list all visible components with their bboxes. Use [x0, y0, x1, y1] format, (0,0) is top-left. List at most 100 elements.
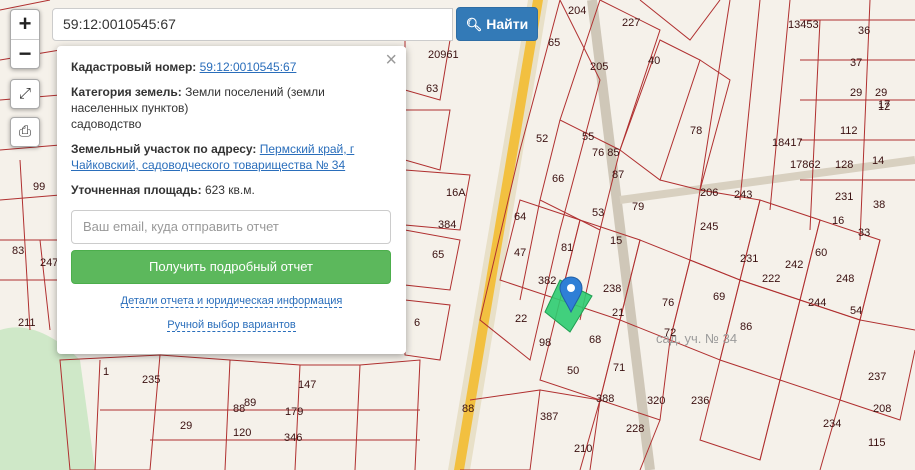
- parcel-label: 29: [850, 87, 862, 99]
- parcel-label: 382: [538, 275, 556, 287]
- parcel-label: 71: [613, 362, 625, 374]
- cadastral-number-label: Кадастровый номер:: [71, 60, 197, 74]
- parcel-label: 231: [835, 191, 853, 203]
- parcel-label: 13453: [788, 19, 819, 31]
- parcel-label: 1: [103, 366, 109, 378]
- search-icon: 🔍︎: [465, 17, 483, 32]
- manual-link-wrap: Ручной выбор вариантов: [71, 319, 392, 332]
- area-label-text: Уточненная площадь:: [71, 183, 202, 197]
- print-control: ⎙: [10, 117, 40, 147]
- parcel-label: 17862: [790, 159, 821, 171]
- parcel-label: 245: [700, 221, 718, 233]
- parcel-label: 242: [785, 259, 803, 271]
- land-category-row: Категория земель: Земли поселений (земли…: [71, 84, 392, 132]
- parcel-label: 36: [858, 25, 870, 37]
- parcel-label: 29: [180, 420, 192, 432]
- cadastral-number-link[interactable]: 59:12:0010545:67: [200, 60, 297, 74]
- parcel-label: 112: [840, 125, 858, 137]
- parcel-label: 55: [582, 131, 594, 143]
- zoom-out-button[interactable]: −: [11, 39, 39, 68]
- parcel-label: 179: [285, 406, 303, 418]
- parcel-label: 210: [574, 443, 592, 455]
- parcel-label: 37: [850, 57, 862, 69]
- land-category-label: Категория земель:: [71, 85, 182, 99]
- parcel-label: 21: [612, 307, 624, 319]
- parcel-label: 206: [700, 187, 718, 199]
- parcel-info-popup: × Кадастровый номер: 59:12:0010545:67 Ка…: [57, 46, 406, 354]
- parcel-label: 81: [561, 242, 573, 254]
- parcel-label: 227: [622, 17, 640, 29]
- parcel-label: 243: [734, 189, 752, 201]
- details-link[interactable]: Детали отчета и юридическая информация: [120, 295, 343, 308]
- parcel-label: 65: [548, 37, 560, 49]
- zoom-control: + −: [10, 9, 40, 69]
- parcel-label: 99: [33, 181, 45, 193]
- parcel-label: 15: [610, 235, 622, 247]
- area-label: сад. уч. № 34: [656, 331, 737, 346]
- parcel-label: 60: [815, 247, 827, 259]
- parcel-label: 40: [648, 55, 660, 67]
- zoom-in-button[interactable]: +: [11, 10, 39, 39]
- parcel-label: 29: [875, 87, 887, 99]
- print-icon[interactable]: ⎙: [11, 118, 39, 146]
- parcel-label: 33: [0, 0, 12, 3]
- parcel-label: 87: [612, 169, 624, 181]
- parcel-label: 83: [12, 245, 24, 257]
- manual-selection-link[interactable]: Ручной выбор вариантов: [167, 319, 296, 332]
- area-value: 623 кв.м.: [204, 183, 255, 197]
- parcel-label: 115: [868, 437, 886, 449]
- parcel-label: 320: [647, 395, 665, 407]
- parcel-label: 388: [596, 393, 614, 405]
- parcel-label: 16: [832, 215, 844, 227]
- parcel-label: 120: [233, 427, 251, 439]
- parcel-label: 64: [514, 211, 526, 223]
- parcel-label: 52: [536, 133, 548, 145]
- parcel-label: 47: [514, 247, 526, 259]
- parcel-label: 66: [552, 173, 564, 185]
- parcel-label: 18417: [772, 137, 803, 149]
- parcel-label: 38: [873, 199, 885, 211]
- parcel-label: 384: [438, 219, 456, 231]
- address-label: Земельный участок по адресу:: [71, 142, 257, 156]
- parcel-label: 76 85: [592, 147, 620, 159]
- parcel-label: 247: [40, 257, 58, 269]
- parcel-label: 235: [142, 374, 160, 386]
- parcel-label: 89: [244, 397, 256, 409]
- parcel-label: 16А: [446, 187, 466, 199]
- parcel-label: 238: [603, 283, 621, 295]
- search-button-label: Найти: [486, 16, 529, 32]
- parcel-label: 65: [432, 249, 444, 261]
- parcel-label: 22: [515, 313, 527, 325]
- parcel-label: 86: [740, 321, 752, 333]
- parcel-label: 237: [868, 371, 886, 383]
- fullscreen-icon[interactable]: ⤢: [11, 80, 39, 108]
- parcel-label: 387: [540, 411, 558, 423]
- land-usage-value: садоводство: [71, 117, 142, 131]
- parcel-label: 211: [18, 317, 36, 329]
- address-row: Земельный участок по адресу: Пермский кр…: [71, 141, 392, 173]
- area-row: Уточненная площадь: 623 кв.м.: [71, 182, 392, 198]
- close-icon[interactable]: ×: [385, 49, 397, 72]
- parcel-label: 98: [539, 337, 551, 349]
- parcel-label: 6: [414, 317, 420, 329]
- parcel-label: 12: [878, 101, 890, 113]
- parcel-label: 236: [691, 395, 709, 407]
- search-input[interactable]: 59:12:0010545:67: [52, 8, 453, 41]
- parcel-label: 33: [858, 227, 870, 239]
- parcel-label: 248: [836, 273, 854, 285]
- parcel-label: 208: [873, 403, 891, 415]
- search-button[interactable]: 🔍︎ Найти: [456, 7, 538, 41]
- parcel-label: 231: [740, 253, 758, 265]
- parcel-label: 234: [823, 418, 841, 430]
- parcel-label: 222: [762, 273, 780, 285]
- parcel-label: 69: [713, 291, 725, 303]
- parcel-label: 53: [592, 207, 604, 219]
- cadastral-number-row: Кадастровый номер: 59:12:0010545:67: [71, 59, 392, 75]
- parcel-label: 244: [808, 297, 826, 309]
- parcel-label: 78: [690, 125, 702, 137]
- email-input[interactable]: Ваш email, куда отправить отчет: [71, 210, 391, 244]
- parcel-label: 14: [872, 155, 884, 167]
- get-report-button[interactable]: Получить подробный отчет: [71, 250, 391, 284]
- parcel-label: 54: [850, 305, 862, 317]
- parcel-label: 79: [632, 201, 644, 213]
